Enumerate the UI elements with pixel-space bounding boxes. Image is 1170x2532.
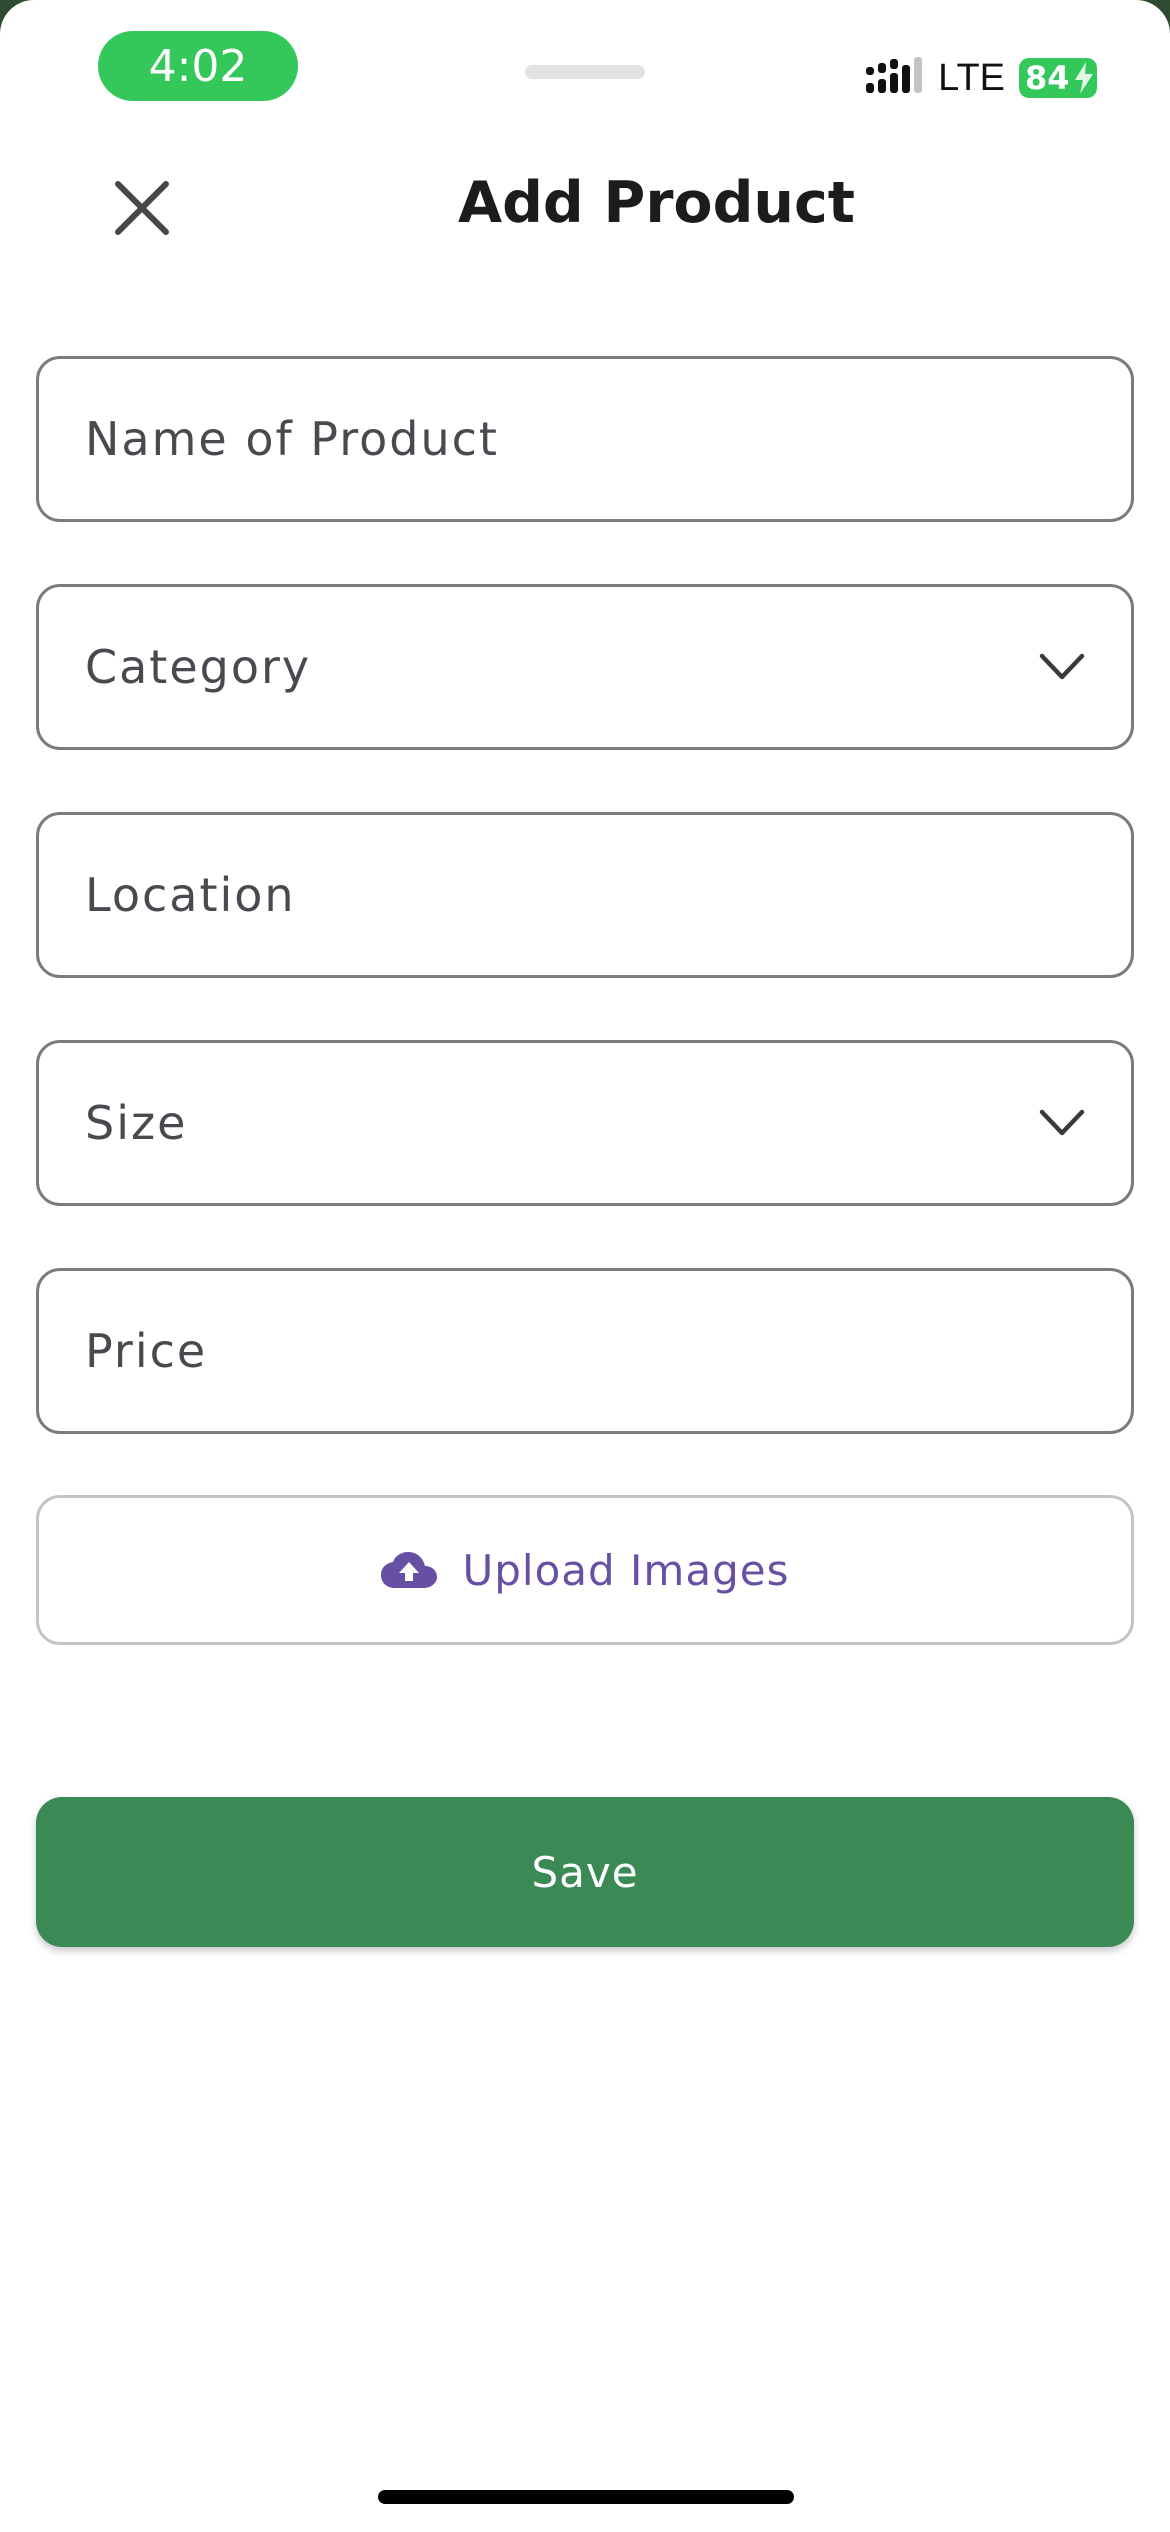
charging-bolt-icon xyxy=(1075,62,1093,94)
battery-indicator: 84 xyxy=(1019,58,1097,98)
save-button[interactable]: Save xyxy=(36,1797,1134,1947)
chevron-down-icon xyxy=(1039,1109,1085,1136)
size-select[interactable]: Size xyxy=(36,1040,1134,1206)
size-label: Size xyxy=(85,1096,188,1150)
status-indicators: LTE 84 xyxy=(866,54,1097,102)
signal-icon xyxy=(866,57,923,93)
upload-images-button[interactable]: Upload Images xyxy=(36,1495,1134,1645)
add-product-sheet: 4:02 LTE 84 Add Product Name of Product … xyxy=(0,0,1170,2532)
sheet-grabber[interactable] xyxy=(525,65,645,79)
category-select[interactable]: Category xyxy=(36,584,1134,750)
location-field[interactable] xyxy=(36,812,1134,978)
battery-percent: 84 xyxy=(1025,59,1070,97)
upload-images-label: Upload Images xyxy=(462,1545,790,1595)
status-time: 4:02 xyxy=(98,31,298,101)
product-name-field[interactable] xyxy=(36,356,1134,522)
product-name-input[interactable] xyxy=(85,412,1085,466)
chevron-down-icon xyxy=(1039,653,1085,680)
price-field[interactable] xyxy=(36,1268,1134,1434)
category-label: Category xyxy=(85,640,312,694)
save-button-label: Save xyxy=(531,1847,639,1897)
price-input[interactable] xyxy=(85,1324,1085,1378)
network-type: LTE xyxy=(938,56,1005,99)
location-input[interactable] xyxy=(85,868,1085,922)
page-title: Add Product xyxy=(457,170,856,236)
home-indicator[interactable] xyxy=(378,2490,794,2504)
cloud-upload-icon xyxy=(380,1552,437,1588)
